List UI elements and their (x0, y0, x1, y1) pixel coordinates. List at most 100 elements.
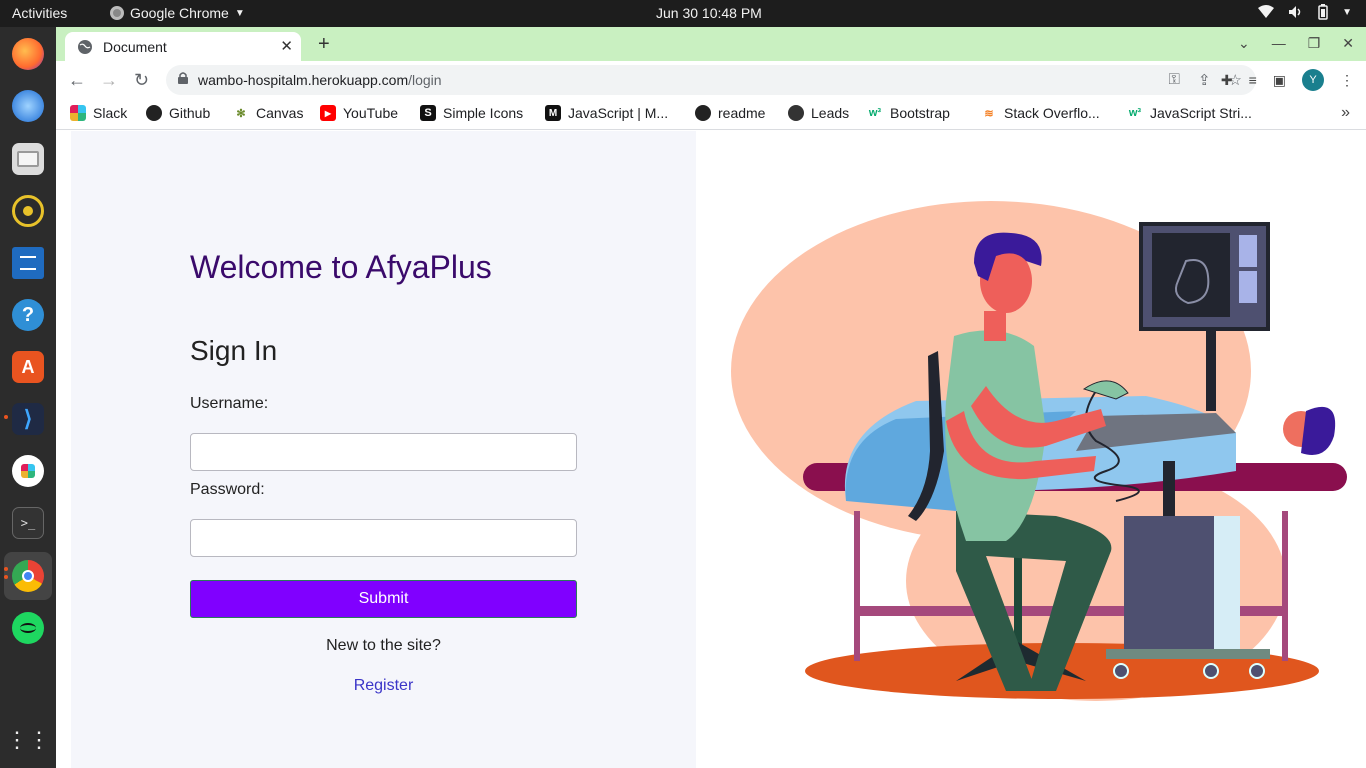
github-icon (146, 105, 162, 121)
bookmark-bootstrap[interactable]: w³ Bootstrap (867, 105, 950, 121)
restore-icon[interactable]: ❐ (1308, 35, 1321, 52)
bookmark-canvas[interactable]: ✻ Canvas (233, 105, 303, 121)
spotify-icon[interactable] (12, 612, 44, 644)
chrome-small-icon (110, 6, 124, 20)
vscode-icon[interactable]: ⟩ (12, 403, 44, 435)
volume-icon (1289, 6, 1301, 18)
tab-search-icon[interactable]: ⌄ (1238, 35, 1250, 52)
url-host: wambo-hospitalm.herokuapp.com (198, 72, 409, 88)
doctor-neck (984, 311, 1006, 341)
rhythmbox-icon[interactable] (12, 195, 44, 227)
slack-app-icon[interactable] (12, 455, 44, 487)
youtube-icon: ▶ (320, 105, 336, 121)
bookmark-javascript-mdn[interactable]: M JavaScript | M... (545, 105, 668, 121)
monitor-screen (1152, 233, 1230, 317)
wheel (1113, 663, 1129, 679)
bed-leg (854, 511, 860, 661)
mdn-icon: M (545, 105, 561, 121)
patient-hair (1301, 406, 1336, 455)
w3schools-icon: w³ (1128, 107, 1142, 119)
submit-button[interactable]: Submit (190, 580, 577, 618)
bookmark-javascript-strings[interactable]: w³ JavaScript Stri... (1127, 105, 1252, 121)
address-bar[interactable]: wambo-hospitalm.herokuapp.com/login ⚿ ⇪ … (166, 65, 1256, 95)
key-icon[interactable]: ⚿ (1169, 71, 1180, 89)
bookmark-leads[interactable]: Leads (788, 105, 849, 121)
ultrasound-illustration (731, 201, 1347, 701)
bookmark-readme[interactable]: readme (695, 105, 765, 121)
files-icon[interactable] (12, 143, 44, 175)
menu-icon[interactable]: ⋮ (1340, 72, 1354, 89)
w3schools-icon: w³ (868, 107, 882, 119)
register-link[interactable]: Register (190, 677, 577, 695)
bookmark-label: Slack (93, 105, 128, 121)
side-panel-icon[interactable]: ▣ (1273, 72, 1286, 89)
bookmark-label: Bootstrap (890, 105, 950, 121)
extension-area: ✚ ≡ ▣ Y ⋮ (1221, 69, 1354, 91)
window-controls: ⌄ — ❐ ✕ (1238, 35, 1354, 52)
back-icon[interactable]: ← (68, 70, 86, 91)
chrome-icon[interactable] (12, 560, 44, 592)
thunderbird-icon[interactable] (12, 90, 44, 122)
sign-in-heading: Sign In (190, 335, 278, 366)
app-menu[interactable]: Google Chrome ▼ (110, 5, 245, 21)
activities-button[interactable]: Activities (12, 5, 67, 21)
bookmarks-bar: Slack Github ✻ Canvas ▶ YouTube S Simple Ic… (56, 98, 1366, 130)
bookmark-label: Canvas (256, 105, 304, 121)
running-indicator (4, 575, 8, 579)
firefox-icon[interactable] (12, 38, 44, 70)
bookmark-label: JavaScript Stri... (1150, 105, 1252, 121)
username-label: Username: (190, 395, 269, 412)
extensions-icon[interactable]: ✚ (1221, 72, 1233, 89)
profile-avatar[interactable]: Y (1302, 69, 1324, 91)
share-icon[interactable]: ⇪ (1198, 71, 1211, 89)
minimize-icon[interactable]: — (1272, 35, 1286, 52)
bookmark-label: Github (169, 105, 211, 121)
battery-icon (1318, 4, 1328, 20)
wheel (1203, 663, 1219, 679)
system-top-bar: Activities Google Chrome ▼ Jun 30 10:48 … (0, 0, 1366, 27)
tab-close-icon[interactable]: ✕ (280, 37, 293, 55)
bookmark-label: YouTube (343, 105, 399, 121)
app-menu-label: Google Chrome (130, 5, 229, 21)
bookmark-simple-icons[interactable]: S Simple Icons (420, 105, 523, 121)
tab-strip: Document ✕ + ⌄ — ❐ ✕ (56, 27, 1366, 61)
machine-cart (1106, 649, 1270, 659)
bookmark-slack[interactable]: Slack (70, 105, 127, 121)
bookmark-youtube[interactable]: ▶ YouTube (320, 105, 398, 121)
github-icon (695, 105, 711, 121)
wheel (1249, 663, 1265, 679)
machine-base (1124, 516, 1214, 651)
password-input[interactable] (190, 519, 577, 557)
more-bookmarks-icon[interactable]: » (1341, 104, 1350, 122)
running-indicator (4, 567, 8, 571)
libreoffice-writer-icon[interactable] (12, 247, 44, 279)
reload-icon[interactable]: ↻ (134, 70, 149, 91)
login-panel: Welcome to AfyaPlus Sign In Username: Pa… (71, 131, 696, 768)
forward-icon[interactable]: → (100, 70, 118, 91)
app-center-icon[interactable]: A (12, 351, 44, 383)
wifi-icon (1258, 5, 1275, 18)
show-apps-icon[interactable]: ⋮⋮ (6, 724, 50, 756)
slack-icon (70, 105, 86, 121)
monitor-panel (1239, 271, 1257, 303)
bookmark-stack-overflow[interactable]: ≋ Stack Overflo... (981, 105, 1100, 121)
bookmark-label: Leads (811, 105, 850, 121)
bookmark-label: Stack Overflo... (1004, 105, 1100, 121)
media-controls-icon[interactable]: ≡ (1249, 72, 1257, 88)
clock[interactable]: Jun 30 10:48 PM (656, 5, 762, 21)
canvas-icon: ✻ (236, 107, 246, 120)
browser-toolbar: ← → ↻ wambo-hospitalm.herokuapp.com/logi… (56, 61, 1366, 98)
password-label: Password: (190, 481, 265, 498)
terminal-icon[interactable]: >_ (12, 507, 44, 539)
bookmark-label: JavaScript | M... (568, 105, 669, 121)
tab-document[interactable]: Document ✕ (65, 32, 301, 61)
username-input[interactable] (190, 433, 577, 471)
new-tab-button[interactable]: + (318, 33, 330, 56)
bookmark-github[interactable]: Github (146, 105, 210, 121)
system-tray[interactable]: ▼ (1258, 4, 1352, 20)
machine-stand (1163, 461, 1175, 521)
close-window-icon[interactable]: ✕ (1342, 35, 1354, 52)
help-icon[interactable]: ? (12, 299, 44, 331)
tab-title: Document (103, 38, 167, 55)
simple-icons-icon: S (420, 105, 436, 121)
